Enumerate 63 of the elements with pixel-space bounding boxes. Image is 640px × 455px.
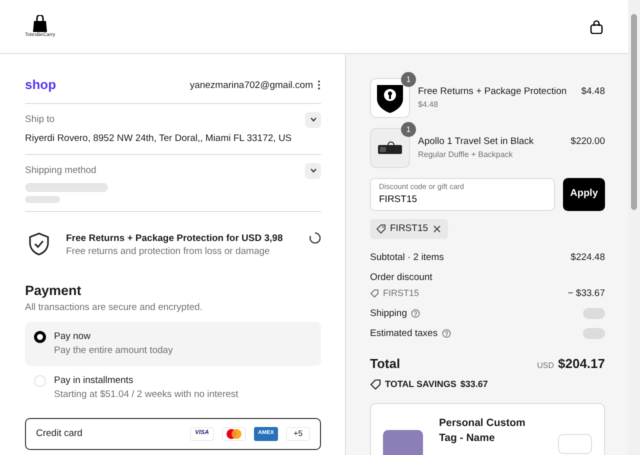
option-detail: Starting at $51.04 / 2 weeks with no interest: [54, 388, 238, 402]
discount-code-label: FIRST15: [383, 287, 420, 300]
product-detail: $4.48: [418, 98, 440, 110]
close-icon[interactable]: [432, 224, 442, 234]
scrollbar[interactable]: [628, 0, 640, 455]
method-label: Credit card: [36, 426, 82, 440]
summary-label: Subtotal · 2 items: [370, 250, 444, 265]
shield-check-icon: [28, 232, 50, 256]
total-amount: $204.17: [558, 354, 605, 373]
payment-option[interactable]: Pay now Pay the entire amount today: [25, 322, 321, 366]
offer-title: Free Returns + Package Protection for USD 3,98: [66, 232, 284, 246]
product-name: Apollo 1 Travel Set in Black: [418, 135, 535, 149]
option-detail: Pay the entire amount today: [54, 344, 173, 358]
payment-option[interactable]: Pay in installments Starting at $51.04 / 2 weeks with no interest: [25, 366, 321, 410]
discount-value: − $33.67: [568, 286, 605, 301]
email-text: yanezmarina702@gmail.com: [190, 78, 313, 92]
summary-label: Estimated taxes: [370, 326, 438, 341]
summary-label: Shipping: [370, 306, 407, 321]
bag-logo-icon: [32, 15, 48, 33]
photo-placeholder: [383, 430, 423, 455]
shopping-bag-icon[interactable]: [590, 20, 603, 34]
loading-placeholder: [583, 328, 605, 340]
loading-placeholder: [25, 196, 60, 203]
mastercard-logo-icon: [222, 426, 246, 441]
chevron-down-icon: [310, 168, 316, 174]
radio-button[interactable]: [34, 331, 46, 344]
upsell-product-name: Personal Custom Tag - Name: [439, 416, 526, 446]
expand-button[interactable]: [305, 162, 321, 179]
more-cards-count: +5: [286, 426, 310, 441]
address-text: Riyerdi Rovero, 8952 NW 24th, Ter Doral,, Miami FL 33172, US: [25, 132, 293, 146]
option-label: Pay now: [54, 330, 92, 344]
product-name: Free Returns + Package Protection: [418, 85, 568, 99]
product-price: $4.48: [581, 85, 605, 99]
help-icon[interactable]: [442, 329, 451, 338]
help-icon[interactable]: [410, 309, 420, 318]
apply-button[interactable]: Apply: [563, 178, 605, 211]
total-label: Total: [370, 354, 400, 373]
savings-label: TOTAL SAVINGS: [385, 378, 456, 391]
summary-label: Order discount: [370, 270, 432, 285]
summary-value: $224.48: [570, 250, 605, 265]
duffle-bag-icon: [377, 141, 403, 155]
tag-icon: [376, 224, 386, 234]
loading-placeholder: [583, 308, 605, 320]
section-label: Shipping method: [25, 164, 96, 178]
payment-subtitle: All transactions are secure and encrypted.: [25, 300, 204, 314]
shop-logo: shop: [25, 76, 56, 94]
chevron-down-icon: [310, 117, 316, 122]
savings-amount: $33.67: [460, 378, 488, 391]
scrollbar-thumb[interactable]: [631, 14, 637, 210]
product-price: $220.00: [570, 135, 605, 149]
tag-icon: [370, 289, 379, 298]
tag-icon: [370, 378, 381, 390]
payment-heading: Payment: [25, 282, 82, 300]
offer-subtitle: Free returns and protection from loss or damage: [66, 245, 271, 260]
quantity-badge: 1: [401, 122, 416, 137]
section-label: Ship to: [25, 112, 55, 127]
currency-code: USD: [537, 360, 554, 372]
quantity-badge: 1: [401, 72, 416, 87]
more-options-icon[interactable]: [317, 80, 321, 90]
expand-button[interactable]: [305, 112, 321, 128]
option-label: Pay in installments: [54, 374, 134, 388]
product-detail: Regular Duffle + Backpack: [418, 148, 514, 160]
code-text: FIRST15: [390, 222, 428, 236]
